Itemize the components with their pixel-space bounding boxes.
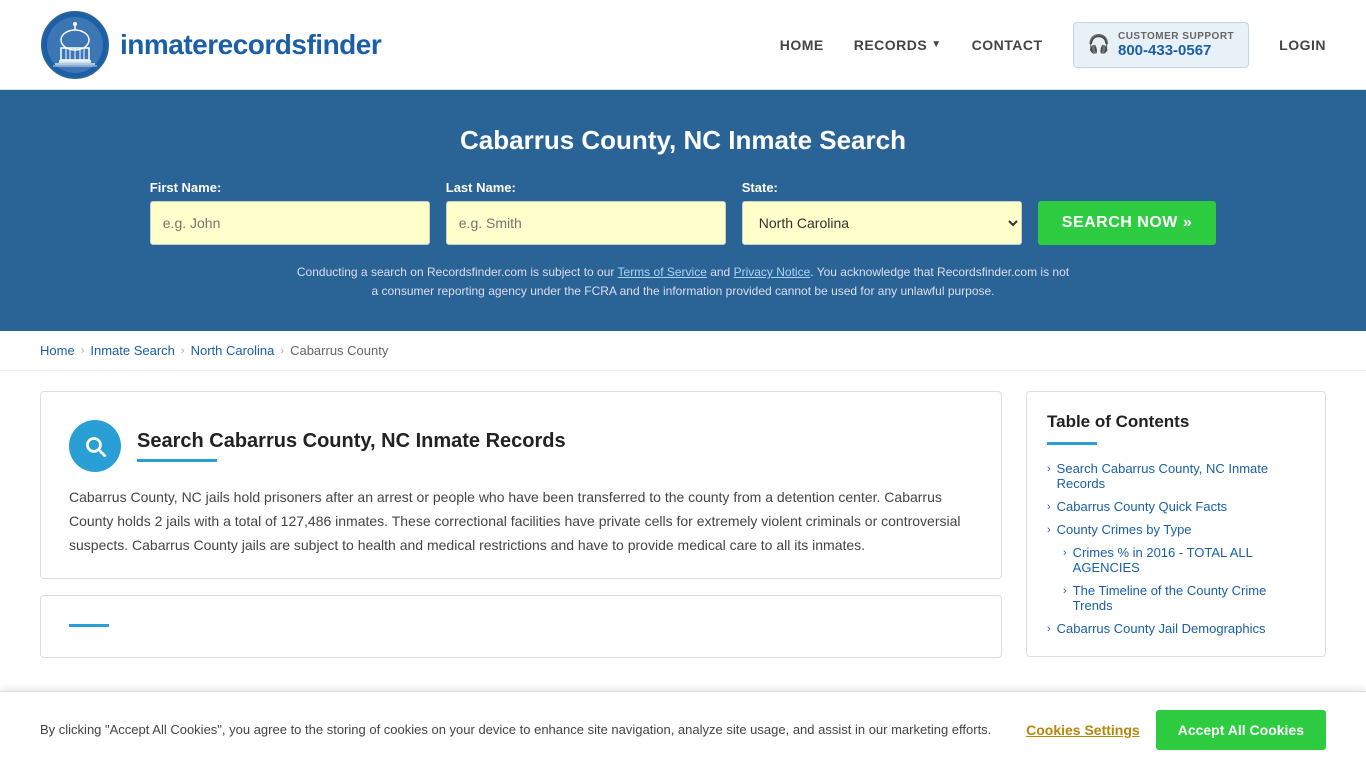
chevron-down-icon: ▼ [931, 39, 941, 50]
chevron-right-icon: › [1047, 524, 1051, 536]
toc-item-3: › County Crimes by Type [1047, 522, 1305, 537]
toc-item-1: › Search Cabarrus County, NC Inmate Reco… [1047, 461, 1305, 491]
nav-contact[interactable]: CONTACT [972, 37, 1043, 53]
nav-home[interactable]: HOME [780, 37, 824, 53]
state-label: State: [742, 180, 778, 195]
breadcrumb-sep-2: › [181, 345, 185, 357]
first-name-input[interactable] [150, 201, 430, 245]
chevron-right-icon: › [1063, 585, 1067, 597]
title-underline [137, 459, 217, 462]
sidebar: Table of Contents › Search Cabarrus Coun… [1026, 391, 1326, 673]
search-form: First Name: Last Name: State: North Caro… [40, 180, 1326, 245]
breadcrumb-sep-3: › [280, 345, 284, 357]
cookie-banner: By clicking "Accept All Cookies", you ag… [0, 691, 1366, 768]
toc-divider [1047, 442, 1097, 445]
search-button[interactable]: SEARCH NOW » [1038, 201, 1216, 245]
first-name-group: First Name: [150, 180, 430, 245]
search-circle-icon [69, 420, 121, 472]
accept-cookies-button[interactable]: Accept All Cookies [1156, 710, 1326, 750]
chevron-right-icon: › [1063, 547, 1067, 559]
breadcrumb-north-carolina[interactable]: North Carolina [191, 343, 275, 358]
cookie-text: By clicking "Accept All Cookies", you ag… [40, 720, 1006, 740]
logo[interactable]: inmaterecordsfinder [40, 10, 381, 80]
toc-link-1[interactable]: › Search Cabarrus County, NC Inmate Reco… [1047, 461, 1305, 491]
toc-link-2[interactable]: › Cabarrus County Quick Facts [1047, 499, 1305, 514]
breadcrumb-inmate-search[interactable]: Inmate Search [90, 343, 175, 358]
state-select[interactable]: North CarolinaAlabamaAlaskaArizonaArkans… [742, 201, 1022, 245]
main-layout: Search Cabarrus County, NC Inmate Record… [0, 371, 1366, 693]
chevron-right-icon: › [1047, 501, 1051, 513]
chevron-right-icon: › [1047, 623, 1051, 635]
breadcrumb: Home › Inmate Search › North Carolina › … [0, 331, 1366, 371]
nav-login[interactable]: LOGIN [1279, 37, 1326, 53]
site-header: inmaterecordsfinder HOME RECORDS ▼ CONTA… [0, 0, 1366, 90]
toc-item-4: › Crimes % in 2016 - TOTAL ALL AGENCIES [1047, 545, 1305, 575]
last-name-group: Last Name: [446, 180, 726, 245]
article-body: Cabarrus County, NC jails hold prisoners… [69, 486, 973, 557]
breadcrumb-cabarrus-county: Cabarrus County [290, 343, 388, 358]
toc-item-6: › Cabarrus County Jail Demographics [1047, 621, 1305, 636]
logo-text: inmaterecordsfinder [120, 29, 381, 61]
cs-label: CUSTOMER SUPPORT [1118, 31, 1234, 42]
first-name-label: First Name: [150, 180, 222, 195]
tos-link[interactable]: Terms of Service [618, 265, 707, 279]
toc-link-4[interactable]: › Crimes % in 2016 - TOTAL ALL AGENCIES [1063, 545, 1305, 575]
toc-title: Table of Contents [1047, 412, 1305, 432]
article-header: Search Cabarrus County, NC Inmate Record… [69, 420, 973, 472]
magnifier-icon [82, 433, 108, 459]
breadcrumb-home[interactable]: Home [40, 343, 75, 358]
search-hero: Cabarrus County, NC Inmate Search First … [0, 90, 1366, 331]
breadcrumb-sep-1: › [81, 345, 85, 357]
article-title: Search Cabarrus County, NC Inmate Record… [137, 430, 566, 453]
privacy-link[interactable]: Privacy Notice [734, 265, 811, 279]
toc-card: Table of Contents › Search Cabarrus Coun… [1026, 391, 1326, 657]
toc-item-2: › Cabarrus County Quick Facts [1047, 499, 1305, 514]
toc-item-5: › The Timeline of the County Crime Trend… [1047, 583, 1305, 613]
hero-title: Cabarrus County, NC Inmate Search [40, 125, 1326, 156]
nav-records[interactable]: RECORDS ▼ [854, 37, 942, 53]
customer-support-box: 🎧 CUSTOMER SUPPORT 800-433-0567 [1073, 22, 1250, 68]
last-name-input[interactable] [446, 201, 726, 245]
search-disclaimer: Conducting a search on Recordsfinder.com… [293, 263, 1073, 301]
toc-list: › Search Cabarrus County, NC Inmate Reco… [1047, 461, 1305, 636]
headset-icon: 🎧 [1088, 34, 1110, 55]
state-group: State: North CarolinaAlabamaAlaskaArizon… [742, 180, 1022, 245]
cookies-settings-button[interactable]: Cookies Settings [1026, 722, 1140, 738]
toc-link-3[interactable]: › County Crimes by Type [1047, 522, 1305, 537]
article-card-2 [40, 595, 1002, 658]
logo-icon [40, 10, 110, 80]
toc-link-6[interactable]: › Cabarrus County Jail Demographics [1047, 621, 1305, 636]
chevron-right-icon: › [1047, 463, 1051, 475]
content-area: Search Cabarrus County, NC Inmate Record… [40, 391, 1026, 673]
cs-number: 800-433-0567 [1118, 42, 1234, 59]
article-card: Search Cabarrus County, NC Inmate Record… [40, 391, 1002, 578]
main-nav: HOME RECORDS ▼ CONTACT 🎧 CUSTOMER SUPPOR… [780, 22, 1326, 68]
last-name-label: Last Name: [446, 180, 516, 195]
cookie-actions: Cookies Settings Accept All Cookies [1026, 710, 1326, 750]
toc-link-5[interactable]: › The Timeline of the County Crime Trend… [1063, 583, 1305, 613]
